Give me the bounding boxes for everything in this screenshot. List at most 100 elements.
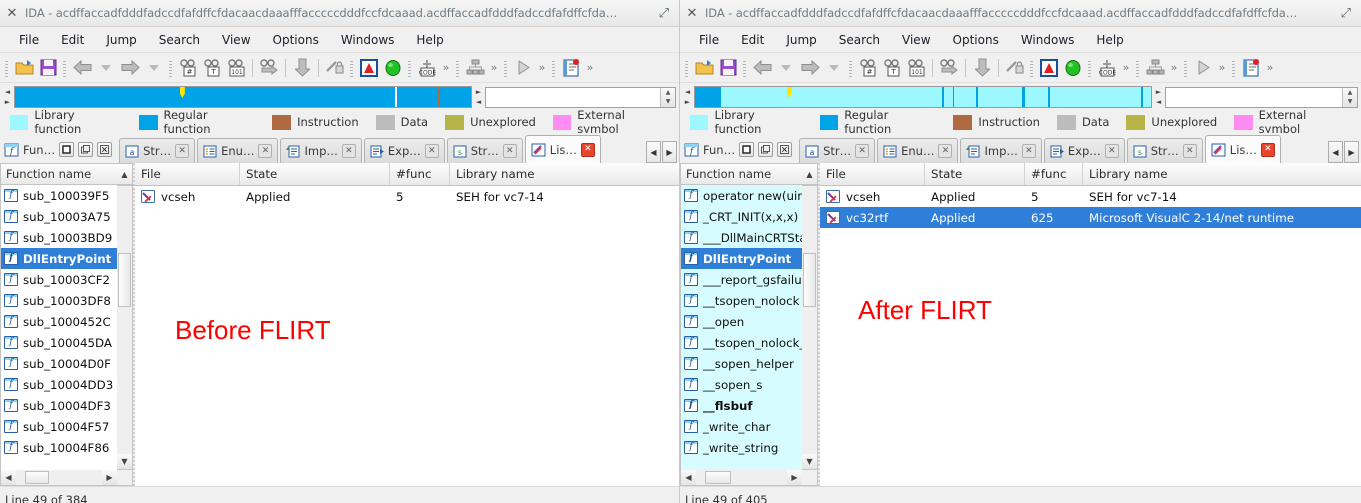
toolbar-grip[interactable]: [62, 58, 68, 77]
run-icon[interactable]: [1191, 56, 1215, 80]
close-panel-button[interactable]: [777, 142, 793, 157]
toolbar-overflow-icon[interactable]: »: [1215, 61, 1229, 74]
toolbar-overflow-icon[interactable]: »: [1263, 61, 1277, 74]
function-list-item[interactable]: f _CRT_INIT(x,x,x): [681, 206, 802, 227]
tab-prev-button[interactable]: ◀: [646, 141, 661, 163]
forward-dropdown-icon[interactable]: [142, 56, 166, 80]
hscroll-left-button[interactable]: ◀: [1, 470, 16, 485]
toolbar-grip[interactable]: [1135, 58, 1141, 77]
jump-address-input[interactable]: ▲ ▼: [1165, 86, 1358, 108]
vscroll-thumb[interactable]: [803, 253, 816, 307]
menu-edit[interactable]: Edit: [730, 30, 775, 50]
forward-arrow-icon[interactable]: [798, 56, 822, 80]
column-header-state[interactable]: State: [240, 163, 390, 185]
signature-row[interactable]: vcseh Applied 5 SEH for vc7-14: [135, 186, 679, 207]
column-header-library[interactable]: Library name: [1083, 163, 1361, 185]
function-list-item[interactable]: f ___report_gsfailu: [681, 269, 802, 290]
menu-windows[interactable]: Windows: [1010, 30, 1086, 50]
column-header-library[interactable]: Library name: [450, 163, 679, 185]
tab-close-icon[interactable]: ✕: [258, 144, 273, 158]
vscroll-thumb[interactable]: [118, 253, 131, 307]
function-list-item[interactable]: f __sopen_s: [681, 374, 802, 395]
function-list-item[interactable]: f sub_10004DF3: [1, 395, 117, 416]
function-list-item[interactable]: f __flsbuf: [681, 395, 802, 416]
menu-search[interactable]: Search: [148, 30, 211, 50]
functions-list[interactable]: f operator new(uin f _CRT_INIT(x,x,x) f ___Dl…: [680, 185, 802, 470]
undefine-icon[interactable]: [1003, 56, 1027, 80]
maximize-button[interactable]: [78, 142, 94, 157]
make-code-icon[interactable]: CODE: [1095, 56, 1119, 80]
search-text-icon[interactable]: T: [880, 56, 904, 80]
toolbar-overflow-icon[interactable]: »: [1167, 61, 1181, 74]
function-list-item[interactable]: f sub_100039F5: [1, 185, 117, 206]
function-list-item[interactable]: f __open: [681, 311, 802, 332]
green-light-icon[interactable]: [1061, 56, 1085, 80]
tab-close-icon[interactable]: ✕: [1260, 142, 1275, 157]
function-list-item[interactable]: f operator new(uin: [681, 185, 802, 206]
hscroll-left-button[interactable]: ◀: [681, 470, 696, 485]
open-file-icon[interactable]: [692, 56, 716, 80]
tab-close-icon[interactable]: ✕: [502, 144, 517, 158]
signatures-rows[interactable]: vcseh Applied 5 SEH for vc7-14: [135, 186, 679, 207]
search-number-icon[interactable]: #: [856, 56, 880, 80]
jump-down-icon[interactable]: [970, 56, 994, 80]
tab-close-icon[interactable]: ✕: [1104, 144, 1119, 158]
hscroll-right-button[interactable]: ▶: [102, 470, 117, 485]
toolbar-overflow-icon[interactable]: »: [583, 61, 597, 74]
functions-hscrollbar[interactable]: ◀ ▶: [680, 470, 818, 486]
function-list-item[interactable]: f DllEntryPoint: [1, 248, 117, 269]
toolbar-overflow-icon[interactable]: »: [535, 61, 549, 74]
close-panel-button[interactable]: [97, 142, 113, 157]
nav-scroll-arrows[interactable]: ► ◄: [474, 86, 483, 108]
toolbar-grip[interactable]: [551, 58, 557, 77]
toolbar-grip[interactable]: [1087, 58, 1093, 77]
vscroll-down-button[interactable]: ▼: [117, 454, 132, 469]
column-header-file[interactable]: File: [820, 163, 925, 185]
toolbar-grip[interactable]: [503, 58, 509, 77]
tab-close-icon[interactable]: ✕: [938, 144, 953, 158]
function-list-item[interactable]: f sub_1000452C: [1, 311, 117, 332]
signatures-rows[interactable]: vcseh Applied 5 SEH for vc7-14 vc32rtf Applie…: [820, 186, 1361, 228]
signatures-listview-right[interactable]: File State #func Library name vcseh Appli…: [820, 163, 1361, 486]
tab-close-icon[interactable]: ✕: [175, 144, 190, 158]
functions-scroll-up-button[interactable]: ▲: [802, 163, 818, 185]
toolbar-grip[interactable]: [4, 58, 10, 77]
notepad-icon[interactable]: [559, 56, 583, 80]
tab-strings[interactable]: a Str… ✕: [119, 138, 196, 163]
notepad-icon[interactable]: [1239, 56, 1263, 80]
functions-hscrollbar[interactable]: ◀ ▶: [0, 470, 133, 486]
toolbar-grip[interactable]: [684, 58, 690, 77]
toolbar-grip[interactable]: [848, 58, 854, 77]
toolbar-grip[interactable]: [742, 58, 748, 77]
jump-down-icon[interactable]: [290, 56, 314, 80]
tab-close-icon[interactable]: ✕: [424, 144, 439, 158]
back-dropdown-icon[interactable]: [94, 56, 118, 80]
expand-icon[interactable]: ⤢: [1341, 6, 1355, 21]
search-binary-icon[interactable]: 101: [224, 56, 248, 80]
restore-button[interactable]: [739, 142, 755, 157]
tab-structures[interactable]: s Str… ✕: [446, 138, 523, 163]
hscroll-thumb[interactable]: [705, 471, 731, 484]
function-list-item[interactable]: f sub_10004D0F: [1, 353, 117, 374]
function-list-item[interactable]: f _write_char: [681, 416, 802, 437]
function-list-item[interactable]: f ___DllMainCRTSta: [681, 227, 802, 248]
navigation-band[interactable]: [14, 86, 472, 108]
tab-imports[interactable]: Imp… ✕: [280, 138, 362, 163]
tab-close-icon[interactable]: ✕: [580, 142, 595, 157]
address-spinner[interactable]: ▲ ▼: [1342, 87, 1357, 107]
open-file-icon[interactable]: [12, 56, 36, 80]
search-next-icon[interactable]: [257, 56, 281, 80]
signatures-listview-left[interactable]: File State #func Library name vcseh Appli…: [135, 163, 679, 486]
hscroll-track[interactable]: [16, 470, 102, 485]
forward-arrow-icon[interactable]: [118, 56, 142, 80]
toolbar-grip[interactable]: [168, 58, 174, 77]
function-list-item[interactable]: f sub_10003CF2: [1, 269, 117, 290]
hscroll-track[interactable]: [696, 470, 787, 485]
column-header-func[interactable]: #func: [1025, 163, 1083, 185]
graph-icon[interactable]: [1143, 56, 1167, 80]
restore-button[interactable]: [59, 142, 75, 157]
search-binary-icon[interactable]: 101: [904, 56, 928, 80]
back-dropdown-icon[interactable]: [774, 56, 798, 80]
function-list-item[interactable]: f sub_10003A75: [1, 206, 117, 227]
toolbar-grip[interactable]: [1029, 58, 1035, 77]
